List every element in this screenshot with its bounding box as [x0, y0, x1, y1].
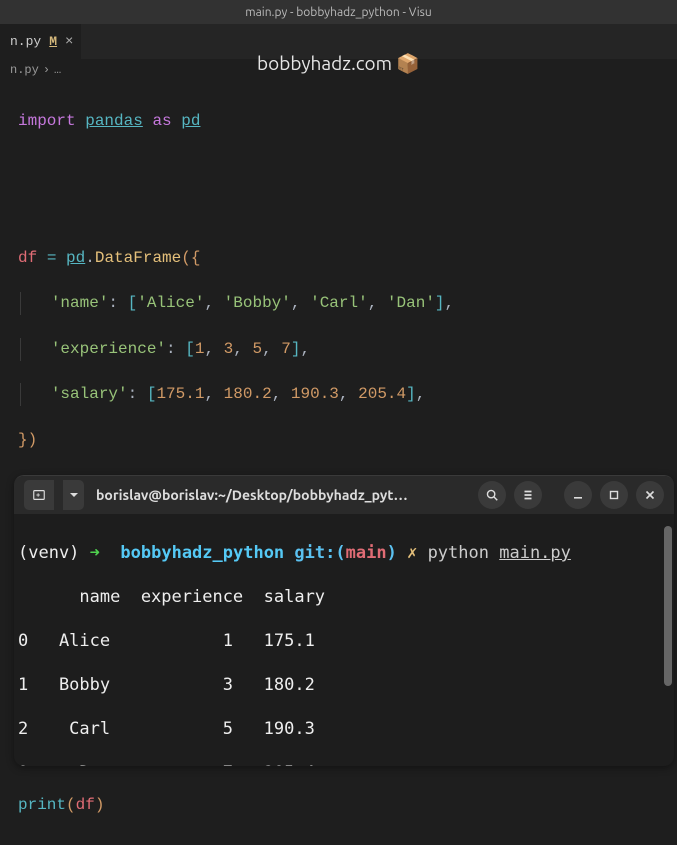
window-titlebar: main.py - bobbyhadz_python - Visu [0, 0, 677, 24]
terminal-scrollbar[interactable] [664, 526, 672, 686]
code-line: 'experience': [1, 3, 5, 7], [18, 338, 659, 361]
new-tab-button[interactable] [24, 480, 54, 510]
maximize-button[interactable] [600, 481, 628, 509]
code-line: df = pd.DataFrame({ [18, 247, 659, 270]
terminal-title: borislav@borislav:~/Desktop/bobbyhadz_py… [96, 487, 470, 503]
terminal-line: (venv) ➜ bobbyhadz_python git:(main) ✗ p… [18, 542, 670, 564]
editor-tab-main-py[interactable]: n.py M × [0, 24, 81, 59]
terminal-body[interactable]: (venv) ➜ bobbyhadz_python git:(main) ✗ p… [14, 514, 674, 766]
chevron-right-icon: › [43, 63, 50, 77]
tab-close-icon[interactable]: × [65, 34, 73, 50]
window-title: main.py - bobbyhadz_python - Visu [245, 6, 431, 19]
code-line: }) [18, 429, 659, 452]
terminal-line: 0 Alice 1 175.1 [18, 630, 670, 652]
terminal-header: borislav@borislav:~/Desktop/bobbyhadz_py… [14, 476, 674, 514]
code-line [18, 201, 659, 224]
code-line: 'name': ['Alice', 'Bobby', 'Carl', 'Dan'… [18, 292, 659, 315]
menu-button[interactable] [514, 481, 542, 509]
close-button[interactable] [636, 481, 664, 509]
terminal-line: 1 Bobby 3 180.2 [18, 674, 670, 696]
code-line: import pandas as pd [18, 110, 659, 133]
breadcrumb[interactable]: n.py › … [0, 59, 677, 81]
tab-filename: n.py [10, 34, 41, 49]
terminal-panel: borislav@borislav:~/Desktop/bobbyhadz_py… [14, 475, 674, 766]
breadcrumb-more[interactable]: … [54, 63, 61, 77]
terminal-line: 3 Dan 7 205.4 [18, 762, 670, 766]
code-line: print(df) [18, 794, 659, 817]
breadcrumb-file[interactable]: n.py [10, 63, 39, 77]
editor-tab-bar: n.py M × [0, 24, 677, 59]
code-line [18, 155, 659, 178]
code-line: 'salary': [175.1, 180.2, 190.3, 205.4], [18, 383, 659, 406]
search-button[interactable] [478, 481, 506, 509]
terminal-line: 2 Carl 5 190.3 [18, 718, 670, 740]
tab-menu-button[interactable] [62, 480, 84, 510]
terminal-line: name experience salary [18, 586, 670, 608]
minimize-button[interactable] [564, 481, 592, 509]
tab-modified-badge: M [49, 34, 57, 49]
